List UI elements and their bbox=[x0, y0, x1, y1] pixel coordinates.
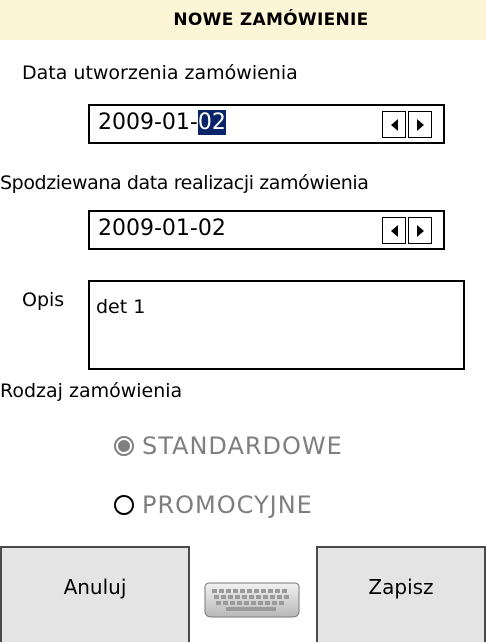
arrow-right-icon bbox=[416, 118, 424, 131]
radio-standard-label: STANDARDOWE bbox=[142, 432, 343, 460]
order-type-label: Rodzaj zamówienia bbox=[0, 380, 183, 402]
created-date-value[interactable]: 2009-01-02 bbox=[98, 110, 226, 135]
expected-date-decrement-button[interactable] bbox=[382, 217, 406, 244]
cancel-button-label: Anuluj bbox=[63, 575, 127, 599]
save-button-label: Zapisz bbox=[368, 575, 434, 599]
radio-checked-icon bbox=[114, 436, 134, 456]
arrow-right-icon bbox=[416, 224, 424, 237]
radio-dot bbox=[118, 440, 130, 452]
expected-date-increment-button[interactable] bbox=[408, 217, 432, 244]
radio-unchecked-icon bbox=[114, 495, 134, 515]
created-date-increment-button[interactable] bbox=[408, 111, 432, 138]
created-date-label: Data utworzenia zamówienia bbox=[22, 62, 298, 84]
created-date-prefix: 2009-01- bbox=[98, 110, 198, 135]
expected-date-value[interactable]: 2009-01-02 bbox=[98, 216, 226, 241]
description-label: Opis bbox=[22, 289, 65, 311]
title-bar: NOWE ZAMÓWIENIE bbox=[0, 0, 486, 40]
created-date-selected-day[interactable]: 02 bbox=[197, 110, 226, 135]
cancel-button[interactable]: Anuluj bbox=[0, 546, 190, 642]
arrow-left-icon bbox=[390, 118, 398, 131]
radio-promo-label: PROMOCYJNE bbox=[142, 491, 313, 519]
created-date-picker[interactable]: 2009-01-02 bbox=[88, 104, 445, 144]
keyboard-icon[interactable] bbox=[202, 581, 302, 619]
expected-date-picker[interactable]: 2009-01-02 bbox=[88, 210, 445, 250]
arrow-left-icon bbox=[390, 224, 398, 237]
radio-standard-option[interactable]: STANDARDOWE bbox=[114, 432, 343, 460]
created-date-decrement-button[interactable] bbox=[382, 111, 406, 138]
page-title: NOWE ZAMÓWIENIE bbox=[173, 10, 369, 30]
description-value: det 1 bbox=[96, 296, 146, 318]
save-button[interactable]: Zapisz bbox=[316, 546, 486, 642]
expected-date-label: Spodziewana data realizacji zamówienia bbox=[0, 172, 369, 194]
description-textarea[interactable]: det 1 bbox=[88, 280, 465, 370]
radio-promo-option[interactable]: PROMOCYJNE bbox=[114, 491, 313, 519]
